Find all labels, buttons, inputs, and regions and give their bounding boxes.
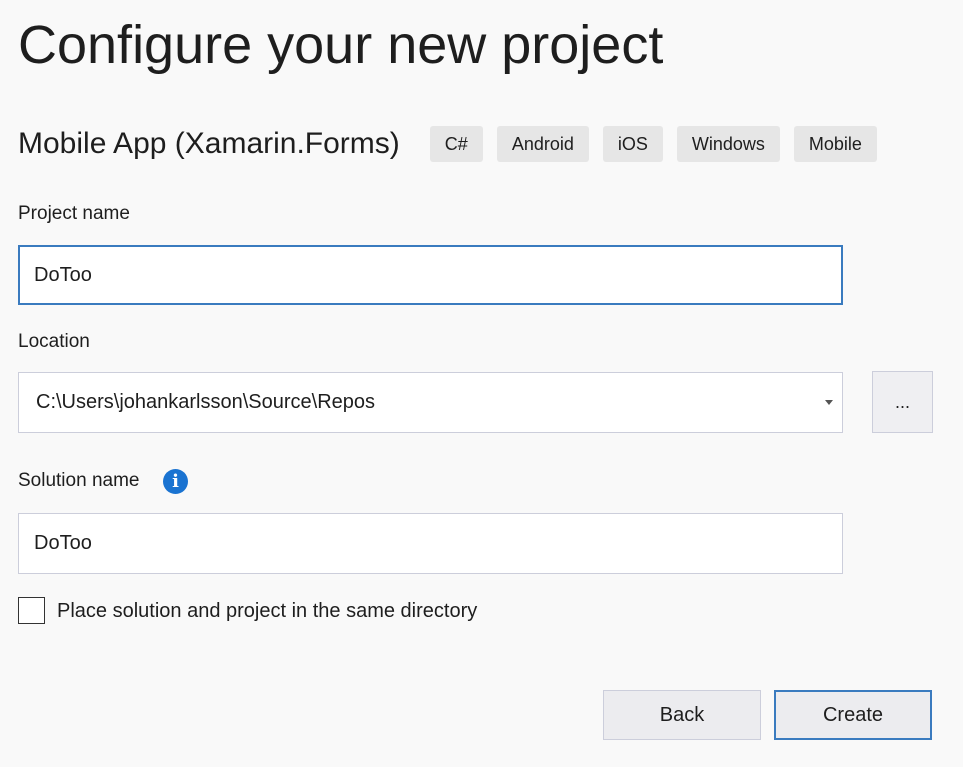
solution-name-input[interactable]: [18, 513, 843, 574]
tag-windows: Windows: [676, 126, 780, 162]
location-value: C:\Users\johankarlsson\Source\Repos: [36, 391, 376, 413]
chevron-down-icon[interactable]: [825, 400, 833, 405]
back-button[interactable]: Back: [603, 690, 761, 740]
project-name-input[interactable]: [18, 245, 843, 305]
location-dropdown[interactable]: C:\Users\johankarlsson\Source\Repos: [18, 372, 843, 433]
tag-mobile: Mobile: [793, 126, 877, 162]
template-tags: C# Android iOS Windows Mobile: [429, 126, 877, 162]
solution-name-label: Solution name: [18, 470, 140, 491]
tag-android: Android: [496, 126, 589, 162]
tag-csharp: C#: [429, 126, 483, 162]
browse-button[interactable]: ...: [872, 371, 933, 433]
same-directory-checkbox[interactable]: [18, 597, 45, 624]
tag-ios: iOS: [602, 126, 663, 162]
page-title: Configure your new project: [18, 15, 664, 75]
location-label: Location: [18, 331, 90, 352]
template-header: Mobile App (Xamarin.Forms) C# Android iO…: [18, 124, 877, 164]
template-name: Mobile App (Xamarin.Forms): [18, 127, 400, 160]
info-icon[interactable]: i: [163, 469, 188, 494]
create-button[interactable]: Create: [774, 690, 932, 740]
project-name-label: Project name: [18, 203, 130, 224]
same-directory-label[interactable]: Place solution and project in the same d…: [57, 600, 477, 623]
